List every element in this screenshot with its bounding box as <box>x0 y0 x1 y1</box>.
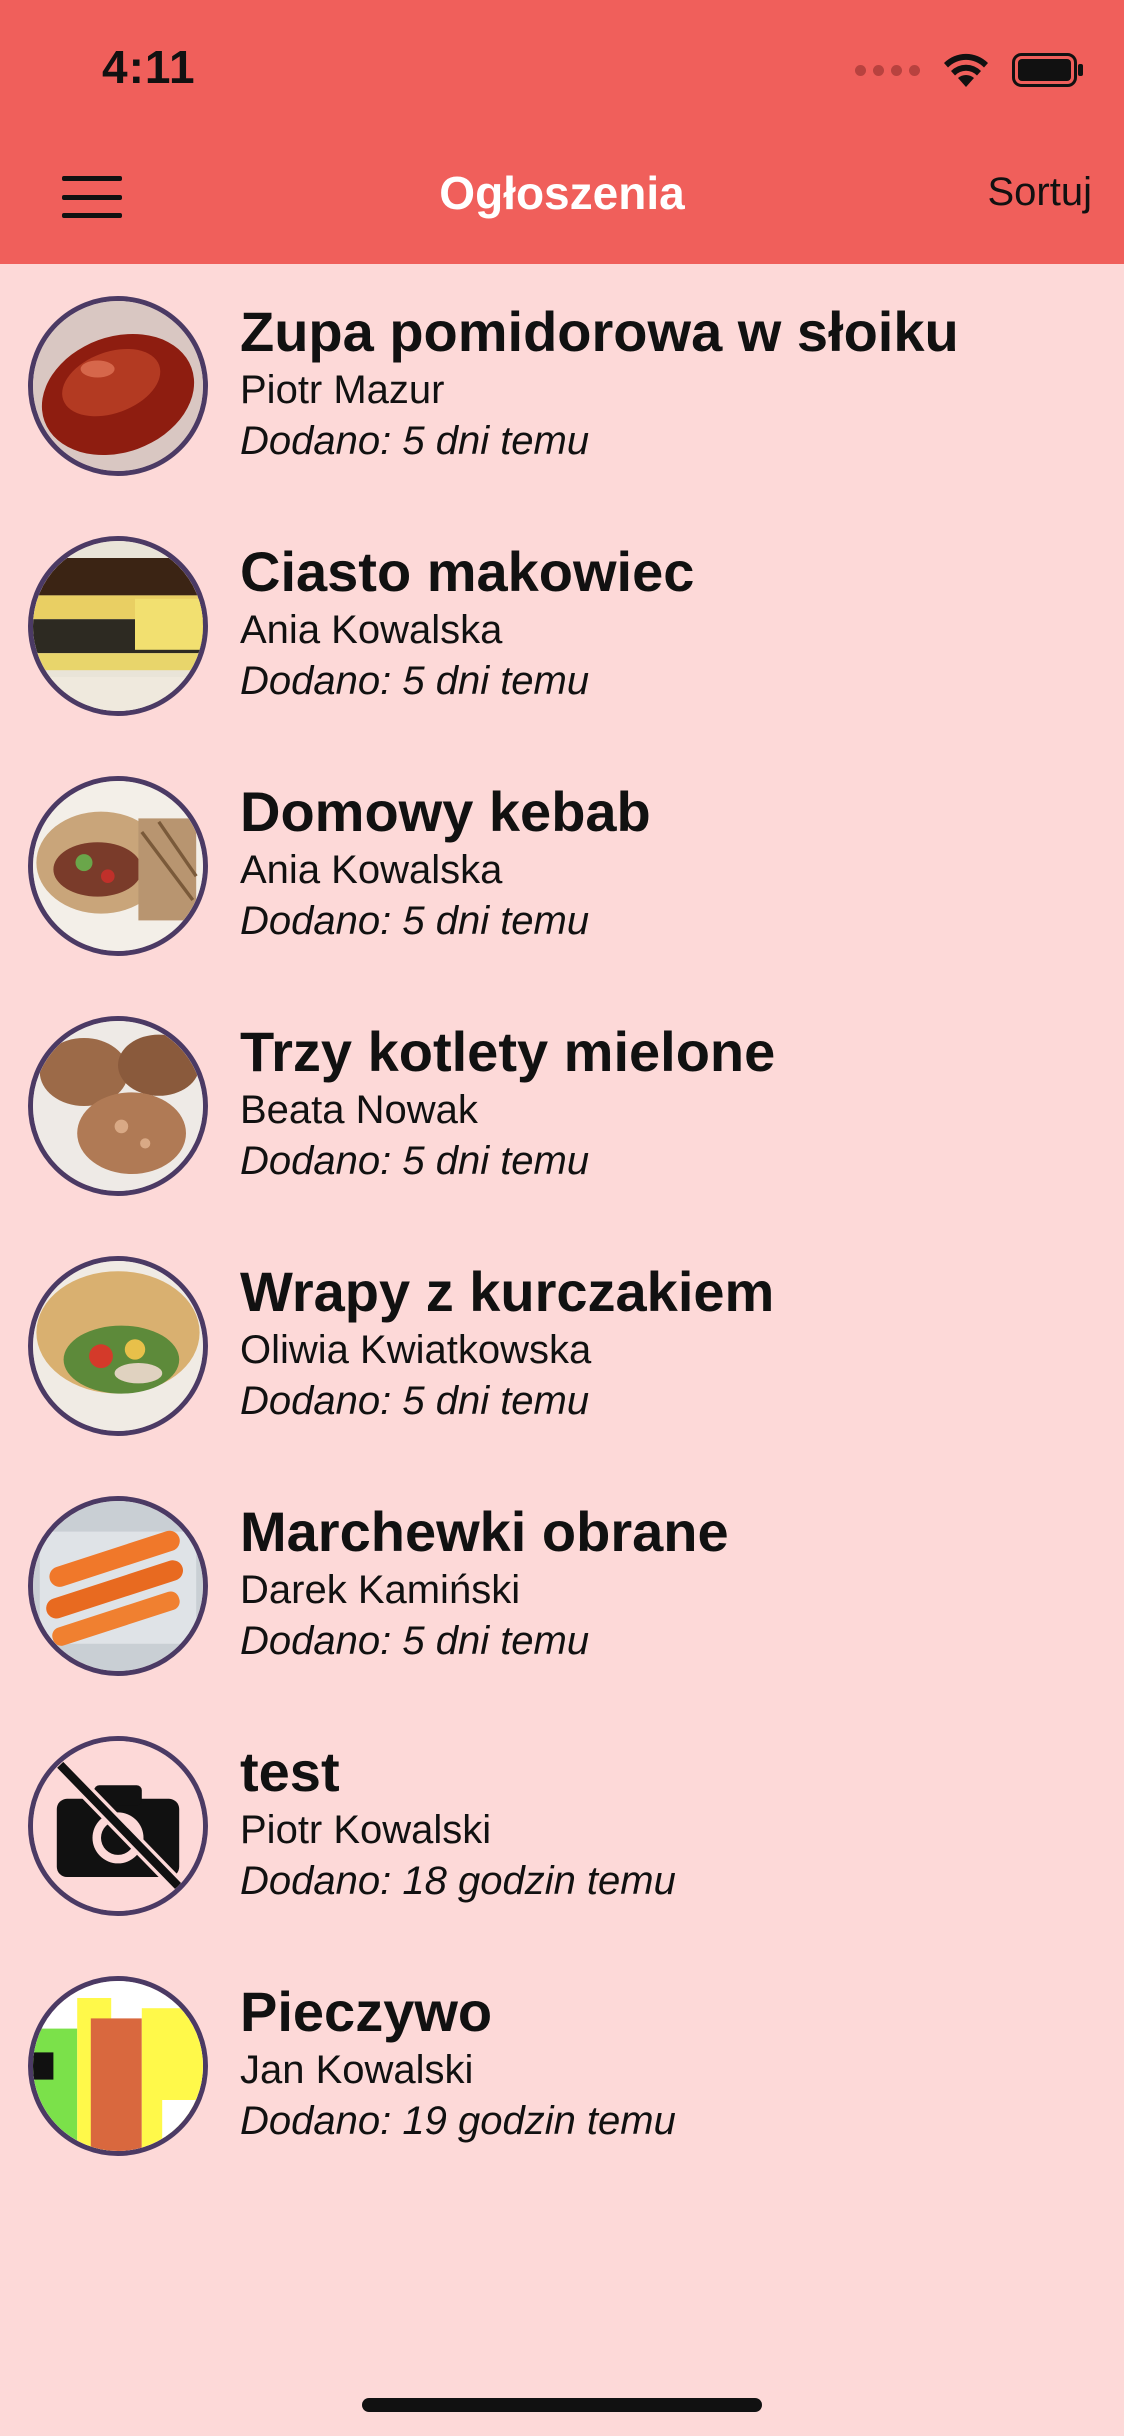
list-item[interactable]: Domowy kebab Ania Kowalska Dodano: 5 dni… <box>0 744 1124 984</box>
item-thumbnail <box>28 296 208 476</box>
item-author: Jan Kowalski <box>240 2048 474 2092</box>
item-title: Pieczywo <box>240 1980 493 2043</box>
item-author: Oliwia Kwiatkowska <box>240 1328 592 1372</box>
item-title: Wrapy z kurczakiem <box>240 1260 775 1323</box>
list-item[interactable]: Wrapy z kurczakiem Oliwia Kwiatkowska Do… <box>0 1224 1124 1464</box>
home-indicator[interactable] <box>362 2398 762 2412</box>
item-title: Trzy kotlety mielone <box>240 1020 776 1083</box>
item-author: Beata Nowak <box>240 1088 478 1132</box>
item-date: Dodano: 5 dni temu <box>240 1619 590 1663</box>
item-author: Darek Kamiński <box>240 1568 521 1612</box>
item-date: Dodano: 5 dni temu <box>240 659 590 703</box>
item-author: Piotr Mazur <box>240 368 445 412</box>
sort-button[interactable]: Sortuj <box>988 170 1093 215</box>
list-item[interactable]: Pieczywo Jan Kowalski Dodano: 19 godzin … <box>0 1944 1124 2184</box>
item-title: Domowy kebab <box>240 780 651 843</box>
item-thumbnail <box>28 1496 208 1676</box>
listing-list: Zupa pomidorowa w słoiku Piotr Mazur Dod… <box>0 264 1124 2184</box>
no-camera-icon <box>28 1736 208 1916</box>
app-header: 4:11 Ogłoszenia Sortuj <box>0 0 1124 264</box>
item-date: Dodano: 19 godzin temu <box>240 2099 676 2143</box>
item-thumbnail <box>28 536 208 716</box>
status-time: 4:11 <box>102 41 196 93</box>
item-title: Zupa pomidorowa w słoiku <box>240 300 959 363</box>
item-title: test <box>240 1740 340 1803</box>
item-title: Ciasto makowiec <box>240 540 695 603</box>
list-item[interactable]: Zupa pomidorowa w słoiku Piotr Mazur Dod… <box>0 264 1124 504</box>
item-date: Dodano: 5 dni temu <box>240 1139 590 1183</box>
item-thumbnail <box>28 1016 208 1196</box>
item-thumbnail <box>28 1256 208 1436</box>
item-author: Ania Kowalska <box>240 848 503 892</box>
item-author: Piotr Kowalski <box>240 1808 492 1852</box>
item-date: Dodano: 5 dni temu <box>240 1379 590 1423</box>
signal-icon <box>855 64 920 76</box>
status-icons <box>855 50 1084 90</box>
item-thumbnail <box>28 1976 208 2156</box>
list-item[interactable]: Marchewki obrane Darek Kamiński Dodano: … <box>0 1464 1124 1704</box>
item-date: Dodano: 5 dni temu <box>240 419 590 463</box>
item-date: Dodano: 5 dni temu <box>240 899 590 943</box>
wifi-icon <box>944 53 988 87</box>
item-author: Ania Kowalska <box>240 608 503 652</box>
list-item[interactable]: Ciasto makowiec Ania Kowalska Dodano: 5 … <box>0 504 1124 744</box>
item-title: Marchewki obrane <box>240 1500 729 1563</box>
list-item[interactable]: test Piotr Kowalski Dodano: 18 godzin te… <box>0 1704 1124 1944</box>
list-item[interactable]: Trzy kotlety mielone Beata Nowak Dodano:… <box>0 984 1124 1224</box>
item-thumbnail <box>28 776 208 956</box>
page-title: Ogłoszenia <box>439 167 685 219</box>
item-date: Dodano: 18 godzin temu <box>240 1859 676 1903</box>
battery-icon <box>1012 53 1083 87</box>
